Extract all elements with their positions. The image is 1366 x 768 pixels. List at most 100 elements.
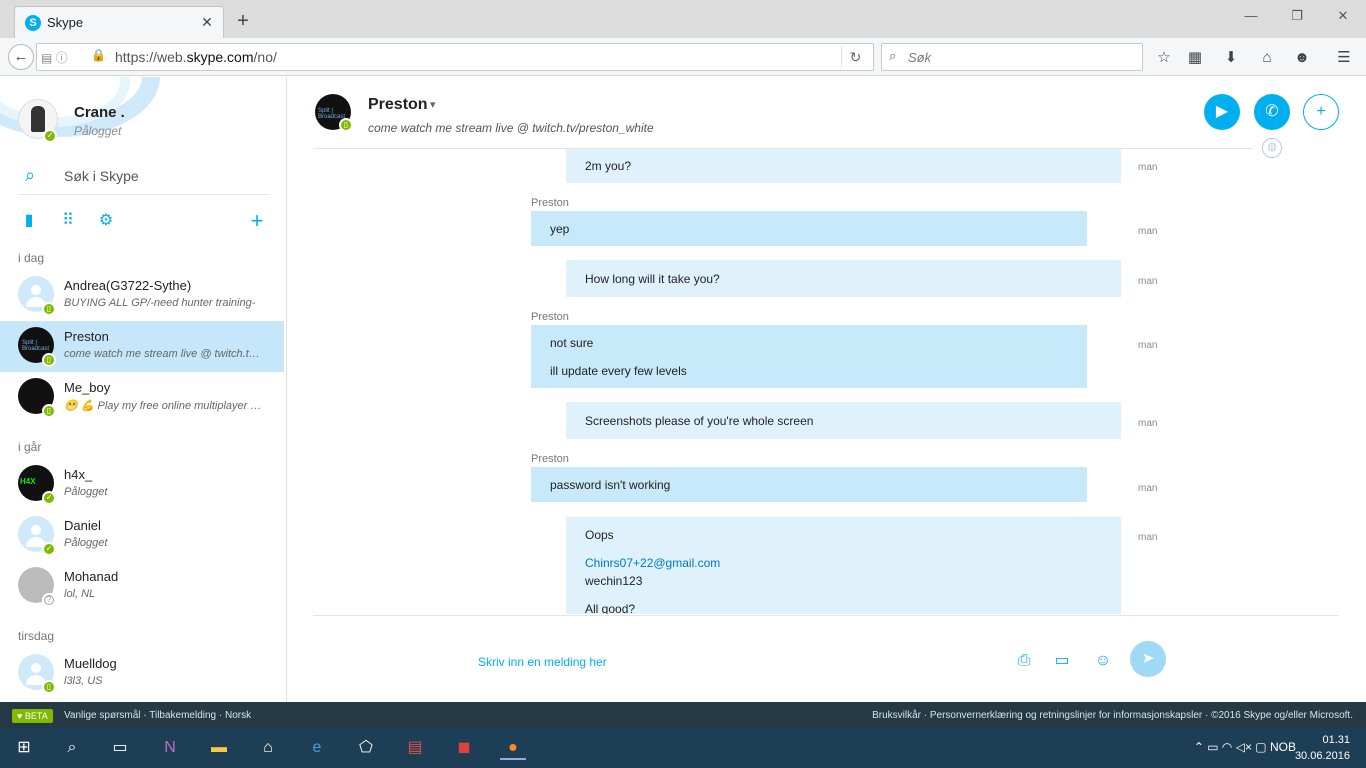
email-link[interactable]: Chinrs07+22@gmail.com: [585, 556, 1102, 570]
minimize-button[interactable]: —: [1240, 6, 1262, 26]
feedback-link[interactable]: Tilbakemelding: [149, 710, 216, 721]
skype-sidebar: ✓ Crane . Pålogget ⌕ Søk i Skype ▮ ⠿ ⚙ +…: [0, 77, 287, 702]
my-presence-online-icon: ✓: [43, 129, 57, 143]
file-explorer-icon[interactable]: ▬: [206, 736, 232, 760]
back-button[interactable]: ←: [8, 44, 34, 70]
search-icon[interactable]: ⌕: [59, 736, 85, 760]
send-contact-icon[interactable]: ▭: [1051, 651, 1073, 671]
conversation-panel: Split | Broadcast ▯ Preston ▾ come watch…: [287, 77, 1366, 702]
contact-mohanad[interactable]: ? Mohanad lol, NL: [0, 561, 284, 612]
contact-mood: lol, NL: [64, 588, 96, 600]
message-time: man: [1138, 226, 1158, 237]
contact-mood: Pålogget: [64, 537, 108, 549]
contact-mood: 😬 💪 Play my free online multiplayer game: [64, 400, 264, 412]
download-icon[interactable]: ⬇: [1221, 48, 1241, 68]
video-call-button[interactable]: ▶: [1204, 94, 1240, 130]
store-icon[interactable]: ⌂: [255, 736, 281, 760]
contact-h4x[interactable]: H4X ✓ h4x_ Pålogget: [0, 459, 284, 510]
message-bubble: not sure ill update every few levels: [531, 325, 1087, 388]
osb-app-icon[interactable]: ◼: [451, 736, 477, 760]
search-placeholder: Søk: [908, 50, 932, 65]
contact-me-boy[interactable]: ▯ Me_boy 😬 💪 Play my free online multipl…: [0, 372, 284, 423]
skype-footer: ♥ BETA Vanlige spørsmål · Tilbakemelding…: [0, 702, 1366, 728]
message-time: man: [1138, 162, 1158, 173]
menu-icon[interactable]: ☰: [1334, 48, 1354, 68]
clock[interactable]: 01.31 30.06.2016: [1295, 732, 1350, 764]
audio-call-button[interactable]: ✆: [1254, 94, 1290, 130]
task-view-icon[interactable]: ▭: [107, 736, 133, 760]
smiley-addon-icon[interactable]: ☻: [1292, 48, 1312, 68]
input-language[interactable]: NOB: [1270, 740, 1296, 754]
clock-date: 30.06.2016: [1294, 750, 1350, 762]
browser-search-input[interactable]: ⌕ Søk: [881, 43, 1143, 71]
settings-gear-icon[interactable]: ⚙: [96, 211, 116, 231]
message-bubble: How long will it take you?: [566, 260, 1121, 297]
privacy-link[interactable]: Personvernerklæring og retningslinjer fo…: [930, 710, 1202, 721]
message-bubble: password isn't working: [531, 467, 1087, 502]
presence-mobile-icon: ▯: [42, 680, 56, 694]
bookmarks-list-icon[interactable]: ▦: [1185, 48, 1205, 68]
faq-link[interactable]: Vanlige spørsmål: [64, 710, 141, 721]
add-participant-button[interactable]: +: [1303, 94, 1339, 130]
message-time: man: [1138, 276, 1158, 287]
footer-links-right: Bruksvilkår · Personvernerklæring og ret…: [872, 710, 1353, 721]
footer-links-left: Vanlige spørsmål · Tilbakemelding · Nors…: [64, 710, 252, 721]
search-icon: ⌕: [889, 48, 897, 63]
home-icon[interactable]: ⌂: [1257, 48, 1277, 68]
url-bar[interactable]: ▤ ⓘ 🔒 https://web.skype.com/no/ ↻: [36, 43, 874, 71]
message-sender: Preston: [531, 311, 569, 323]
contact-daniel[interactable]: ✓ Daniel Pålogget: [0, 510, 284, 561]
books-app-icon[interactable]: ▤: [402, 736, 428, 760]
conversation-avatar[interactable]: Split | Broadcast ▯: [315, 94, 353, 132]
message-bubble: 2m you?: [566, 149, 1121, 183]
message-sender: Preston: [531, 453, 569, 465]
my-name[interactable]: Crane .: [74, 104, 125, 121]
send-button[interactable]: ➤: [1130, 641, 1166, 677]
message-time: man: [1138, 483, 1158, 494]
skype-search-input[interactable]: ⌕ Søk i Skype: [18, 159, 270, 195]
contact-preston[interactable]: Split | Broadcast ▯ Preston come watch m…: [0, 321, 284, 372]
dialpad-icon[interactable]: ⠿: [58, 211, 78, 231]
contact-name: Muelldog: [64, 656, 117, 671]
contact-mood: BUYING ALL GP/-need hunter training-: [64, 297, 256, 309]
contacts-book-icon[interactable]: ▮: [19, 211, 39, 231]
close-window-button[interactable]: ✕: [1332, 6, 1354, 26]
send-image-icon[interactable]: ⎙: [1013, 651, 1035, 671]
onenote-icon[interactable]: N: [157, 736, 183, 760]
contact-name: h4x_: [64, 467, 93, 482]
bookmark-star-icon[interactable]: ☆: [1154, 48, 1174, 68]
edge-icon[interactable]: e: [304, 736, 330, 760]
app-icon[interactable]: ⬠: [353, 736, 379, 760]
site-identity-icon[interactable]: ▤ ⓘ: [41, 49, 68, 66]
firefox-icon[interactable]: ●: [500, 736, 526, 760]
contact-muelldog[interactable]: ▯ Muelldog l3l3, US: [0, 648, 284, 699]
emoticon-icon[interactable]: ☺: [1092, 651, 1114, 671]
presence-mobile-icon: ▯: [42, 353, 56, 367]
system-tray[interactable]: ⌃ ▭ ◠ ◁× ▢ NOB: [1194, 740, 1296, 754]
presence-mobile-icon: ▯: [339, 118, 353, 132]
close-tab-icon[interactable]: ✕: [197, 14, 217, 31]
start-windows-icon[interactable]: ⊞: [11, 736, 37, 760]
message-time: man: [1138, 340, 1158, 351]
add-plus-icon[interactable]: +: [247, 210, 267, 232]
clock-time: 01.31: [1322, 734, 1350, 746]
language-link[interactable]: Norsk: [225, 710, 251, 721]
contact-andrea[interactable]: ▯ Andrea(G3722-Sythe) BUYING ALL GP/-nee…: [0, 270, 284, 321]
terms-link[interactable]: Bruksvilkår: [872, 710, 921, 721]
url-text: https://web.skype.com/no/: [115, 49, 277, 65]
message-sender: Preston: [531, 197, 569, 209]
my-status[interactable]: Pålogget: [74, 124, 121, 138]
message-bubble: yep: [531, 211, 1087, 246]
browser-tab[interactable]: S Skype ✕: [14, 6, 224, 38]
restore-button[interactable]: ❐: [1286, 6, 1308, 26]
message-time: man: [1138, 418, 1158, 429]
conversation-title[interactable]: Preston: [368, 96, 428, 114]
chevron-down-icon[interactable]: ▾: [430, 98, 436, 111]
contact-name: Andrea(G3722-Sythe): [64, 278, 192, 293]
message-bubble: Screenshots please of you're whole scree…: [566, 402, 1121, 439]
new-tab-button[interactable]: +: [232, 10, 254, 32]
message-input[interactable]: Skriv inn en melding her: [478, 655, 607, 669]
reload-icon[interactable]: ↻: [841, 47, 869, 67]
section-yesterday: i går: [18, 440, 42, 454]
windows-taskbar: ⊞ ⌕ ▭ N ▬ ⌂ e ⬠ ▤ ◼ ● ⌃ ▭ ◠ ◁× ▢ NOB 01.…: [0, 728, 1366, 768]
